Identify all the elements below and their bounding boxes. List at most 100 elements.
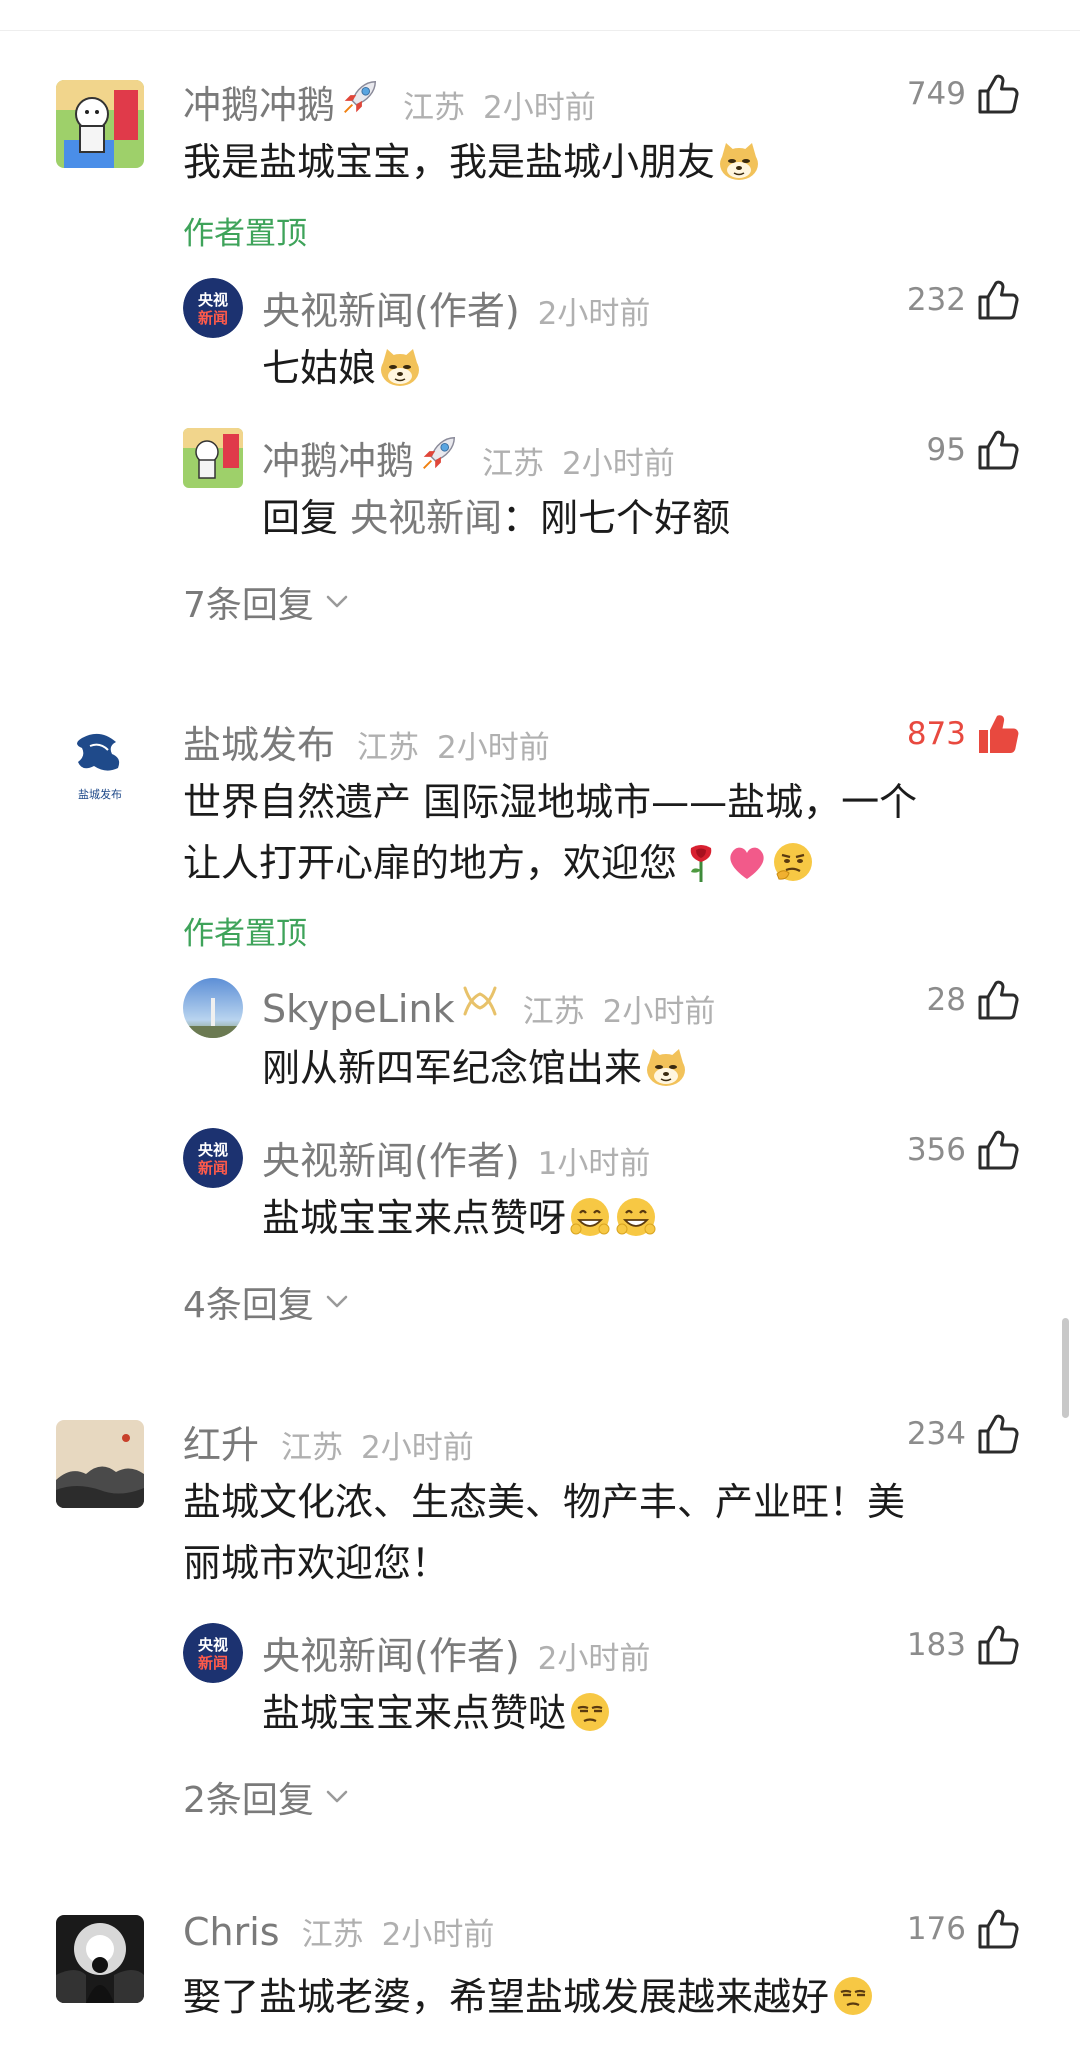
vip-badge-icon (459, 980, 501, 1022)
thumbs-up-icon[interactable] (976, 428, 1020, 472)
like-count: 749 (906, 76, 966, 112)
reply-meta: 央视新闻(作者) 2小时前 (262, 280, 650, 335)
pinned-label: 作者置顶 (183, 216, 307, 252)
scrollbar[interactable] (1062, 1318, 1069, 1418)
timestamp: 2小时前 (483, 90, 596, 126)
avatar[interactable]: 央视 新闻 (183, 1128, 243, 1188)
like-button[interactable]: 749 (860, 72, 1020, 116)
avatar[interactable] (183, 428, 243, 488)
avatar[interactable] (56, 80, 144, 168)
heart-emoji-icon (725, 840, 769, 884)
timestamp: 2小时前 (381, 1917, 495, 1953)
like-count: 232 (906, 282, 966, 318)
like-button[interactable]: 28 (860, 978, 1020, 1022)
username[interactable]: 央视新闻(作者) (262, 1625, 520, 1680)
expand-replies-button[interactable]: 2条回复 (183, 1771, 348, 1823)
like-count: 873 (906, 716, 966, 752)
like-count: 176 (906, 1911, 966, 1947)
like-button[interactable]: 183 (860, 1623, 1020, 1667)
comment-text-body: 娶了盐城老婆，希望盐城发展越来越好 (183, 1975, 830, 2019)
timestamp: 2小时前 (602, 994, 716, 1030)
avatar[interactable]: 盐城发布 (56, 720, 144, 808)
comment-text-line-1: 世界自然遗产 国际湿地城市——盐城，一个 (183, 780, 918, 824)
avatar[interactable]: 央视 新闻 (183, 278, 243, 338)
cctv-logo-line2: 新闻 (198, 1159, 228, 1177)
thumbs-up-icon[interactable] (976, 72, 1020, 116)
like-count: 183 (906, 1627, 966, 1663)
like-button[interactable]: 95 (860, 428, 1020, 472)
smirk-emoji-icon (831, 1974, 875, 2018)
reply-text: 回复 央视新闻：刚七个好额 (262, 487, 730, 549)
timestamp: 2小时前 (537, 1641, 651, 1677)
username[interactable]: 央视新闻(作者) (262, 280, 520, 335)
smirk-emoji-icon (568, 1690, 612, 1734)
like-count: 95 (926, 432, 966, 468)
rocket-icon (418, 432, 460, 474)
cctv-logo-line2: 新闻 (198, 1654, 228, 1672)
reply-meta: SkypeLink 江苏 2小时前 (262, 980, 715, 1031)
like-button[interactable]: 873 (860, 712, 1020, 756)
thumbs-up-icon[interactable] (976, 278, 1020, 322)
timestamp: 1小时前 (537, 1146, 651, 1182)
reply-text: 盐城宝宝来点赞呀 (262, 1187, 658, 1249)
like-button[interactable]: 232 (860, 278, 1020, 322)
username[interactable]: SkypeLink (262, 987, 455, 1031)
rocket-icon (339, 76, 381, 118)
reply-text: 刚从新四军纪念馆出来 (262, 1037, 688, 1099)
reply-text-body: 七姑娘 (262, 346, 377, 390)
thumbs-up-icon[interactable] (976, 1128, 1020, 1172)
location: 江苏 (301, 1917, 364, 1953)
thumbs-up-icon[interactable] (976, 1623, 1020, 1667)
thumbs-up-icon[interactable] (976, 1907, 1020, 1951)
doge-emoji-icon (644, 1045, 688, 1089)
timestamp: 2小时前 (562, 446, 675, 482)
username[interactable]: 冲鹅冲鹅 (183, 74, 335, 129)
username[interactable]: 冲鹅冲鹅 (262, 430, 414, 485)
timestamp: 2小时前 (361, 1430, 474, 1466)
comment-text-line-2: 让人打开心扉的地方，欢迎您 (183, 832, 815, 894)
reply-text-body: ：刚七个好额 (502, 496, 731, 540)
avatar[interactable]: 央视 新闻 (183, 1623, 243, 1683)
expand-replies-button[interactable]: 4条回复 (183, 1276, 348, 1328)
reply-meta: 央视新闻(作者) 2小时前 (262, 1625, 650, 1680)
avatar[interactable] (56, 1915, 144, 2003)
username[interactable]: 红升 (183, 1414, 259, 1469)
username[interactable]: 盐城发布 (183, 714, 335, 769)
reply-prefix: 回复 (262, 496, 339, 540)
comment-text-line-1: 盐城文化浓、生态美、物产丰、产业旺！美 (183, 1480, 906, 1524)
reply-meta: 冲鹅冲鹅 江苏 2小时前 (262, 430, 675, 485)
thumbs-up-icon[interactable] (976, 978, 1020, 1022)
reply-text-body: 刚从新四军纪念馆出来 (262, 1046, 643, 1090)
thumbs-up-filled-icon[interactable] (976, 712, 1020, 756)
comment-meta: 冲鹅冲鹅 江苏 2小时前 (183, 74, 596, 129)
more-replies-label: 4条回复 (183, 1285, 314, 1326)
like-count: 234 (906, 1416, 966, 1452)
rose-emoji-icon (679, 840, 723, 884)
more-replies-label: 2条回复 (183, 1780, 314, 1821)
grin-emoji-icon (568, 1195, 612, 1239)
chevron-down-icon (326, 1295, 348, 1309)
username[interactable]: 央视新闻(作者) (262, 1130, 520, 1185)
top-divider (0, 0, 1080, 31)
like-button[interactable]: 176 (860, 1907, 1020, 1951)
comment-text-line-2: 丽城市欢迎您！ (183, 1541, 450, 1585)
reply-text: 七姑娘 (262, 337, 422, 399)
more-replies-label: 7条回复 (183, 585, 314, 626)
like-button[interactable]: 356 (860, 1128, 1020, 1172)
avatar[interactable] (56, 1420, 144, 1508)
cctv-logo-line1: 央视 (198, 1141, 228, 1159)
doge-emoji-icon (378, 345, 422, 389)
reply-target-user[interactable]: 央视新闻 (350, 496, 502, 540)
thumbs-up-icon[interactable] (976, 1412, 1020, 1456)
comment-text: 我是盐城宝宝，我是盐城小朋友 (183, 131, 761, 193)
avatar[interactable] (183, 978, 243, 1038)
location: 江苏 (403, 90, 466, 126)
chevron-down-icon (326, 595, 348, 609)
expand-replies-button[interactable]: 7条回复 (183, 576, 348, 628)
comment-meta: 盐城发布 江苏 2小时前 (183, 714, 550, 769)
comment-text-body: 让人打开心扉的地方，欢迎您 (183, 841, 678, 885)
like-button[interactable]: 234 (860, 1412, 1020, 1456)
username[interactable]: Chris (183, 1910, 280, 1954)
reply-text: 盐城宝宝来点赞哒 (262, 1682, 612, 1744)
grin-emoji-icon (614, 1195, 658, 1239)
